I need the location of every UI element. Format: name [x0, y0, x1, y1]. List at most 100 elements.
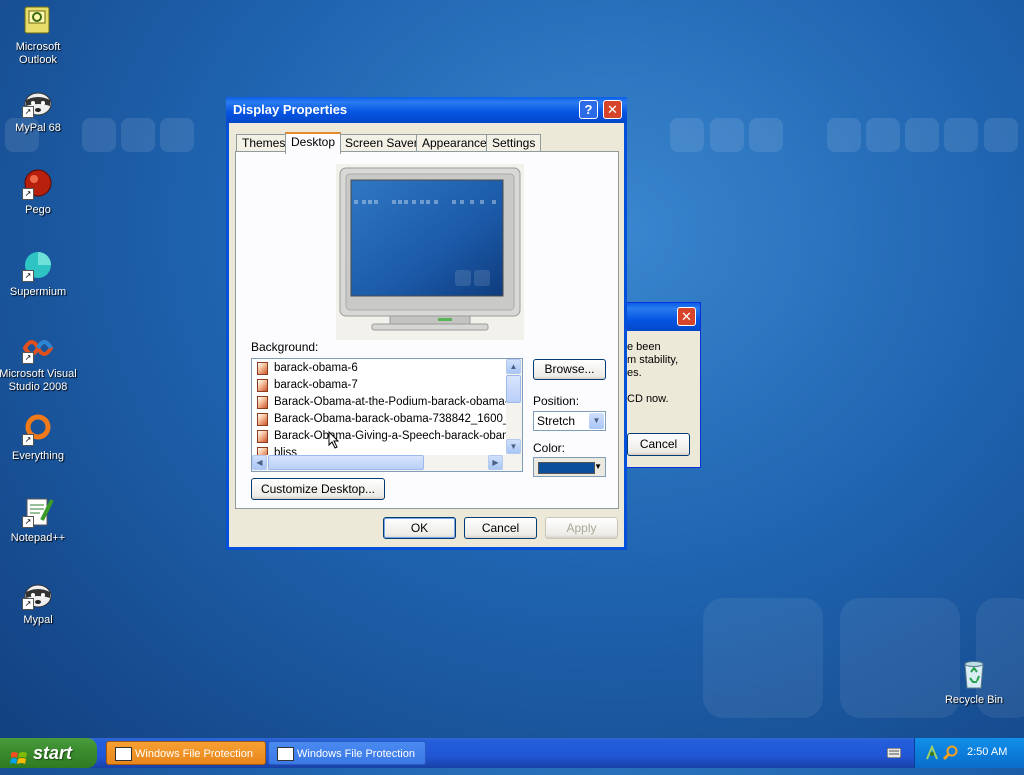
desktop-icon-notepadpp[interactable]: ↗ Notepad++: [0, 496, 78, 545]
scroll-thumb[interactable]: [506, 375, 521, 403]
recycle-bin-icon: [958, 658, 990, 690]
desktop-icon-everything[interactable]: ↗ Everything: [0, 414, 78, 463]
list-item-label: barack-obama-7: [274, 379, 358, 391]
chevron-down-icon: ▼: [594, 462, 602, 471]
scroll-right-button[interactable]: ▶: [488, 455, 503, 470]
bg-square: [944, 118, 978, 152]
bg-square: [905, 118, 939, 152]
desktop-tab-panel: Background: barack-obama-6 barack-obama-…: [235, 151, 619, 509]
visual-studio-icon: ↗: [22, 332, 54, 364]
position-label: Position:: [533, 394, 580, 408]
customize-desktop-button[interactable]: Customize Desktop...: [251, 478, 385, 500]
vertical-scrollbar[interactable]: ▲ ▼: [506, 359, 522, 455]
bg-square: [82, 118, 116, 152]
desktop-icon-supermium[interactable]: ↗ Supermium: [0, 250, 78, 299]
tab-desktop[interactable]: Desktop: [285, 132, 342, 154]
list-item[interactable]: barack-obama-7: [252, 377, 508, 394]
tab-themes[interactable]: Themes: [236, 134, 292, 152]
close-button[interactable]: ✕: [603, 100, 622, 119]
desktop-icon-label: Supermium: [9, 286, 67, 298]
position-select[interactable]: Stretch ▼: [533, 411, 606, 431]
scroll-down-button[interactable]: ▼: [506, 439, 521, 454]
bg-square: [749, 118, 783, 152]
search-icon[interactable]: [942, 745, 959, 764]
list-item[interactable]: Barack-Obama-Giving-a-Speech-barack-obam…: [252, 428, 522, 445]
wfp-message-line: CD now.: [627, 393, 669, 405]
list-item[interactable]: barack-obama-6: [252, 360, 508, 377]
desktop-icon-label: Microsoft Outlook: [15, 41, 61, 66]
image-file-icon: [257, 379, 268, 392]
taskbar-item-label: Windows File Protection: [135, 748, 253, 760]
cancel-button[interactable]: Cancel: [464, 517, 537, 539]
window-titlebar[interactable]: Display Properties ? ✕: [226, 97, 627, 123]
wfp-cancel-button[interactable]: Cancel: [627, 433, 690, 456]
supermium-icon: ↗: [22, 250, 54, 282]
scroll-up-button[interactable]: ▲: [506, 359, 521, 374]
list-item-label: Barack-Obama-at-the-Podium-barack-obama-…: [274, 396, 523, 408]
clock[interactable]: 2:50 AM: [967, 746, 1007, 758]
outlook-icon: [22, 5, 54, 37]
scroll-thumb[interactable]: [268, 455, 424, 470]
desktop-icon-label: Mypal: [23, 614, 53, 626]
image-file-icon: [257, 362, 268, 375]
tab-appearance[interactable]: Appearance: [416, 134, 493, 152]
desktop-icon-recycle-bin[interactable]: Recycle Bin: [934, 658, 1014, 707]
window-title: Display Properties: [233, 102, 348, 117]
desktop-icon-label: Recycle Bin: [944, 694, 1004, 706]
system-tray: 2:50 AM: [914, 738, 1024, 768]
horizontal-scrollbar[interactable]: ◀ ▶: [252, 455, 522, 471]
list-item[interactable]: Barack-Obama-barack-obama-738842_1600_12: [252, 411, 522, 428]
start-label: start: [33, 743, 73, 763]
monitor-preview: [336, 164, 524, 340]
bg-square: [866, 118, 900, 152]
taskbar-item[interactable]: Windows File Protection: [106, 741, 266, 765]
display-properties-window[interactable]: Display Properties ? ✕ Themes Desktop Sc…: [226, 97, 627, 550]
color-label: Color:: [533, 441, 566, 455]
tab-settings[interactable]: Settings: [486, 134, 542, 152]
chevron-down-icon[interactable]: ▼: [589, 413, 604, 429]
keyboard-icon[interactable]: [886, 747, 902, 761]
list-item-label: Barack-Obama-Giving-a-Speech-barack-obam…: [274, 430, 522, 442]
ok-button[interactable]: OK: [383, 517, 456, 539]
color-picker-button[interactable]: ▼: [533, 457, 606, 477]
taskbar: start Windows File Protection Windows Fi…: [0, 738, 1024, 768]
desktop-icon-mypal[interactable]: ↗ Mypal: [0, 578, 78, 627]
bg-square: [670, 118, 704, 152]
desktop-icon-label: Pego: [25, 204, 51, 216]
position-value: Stretch: [537, 414, 576, 428]
desktop-icon-outlook[interactable]: Microsoft Outlook: [0, 5, 78, 67]
desktop-icon-pego[interactable]: ↗ Pego: [0, 168, 78, 217]
browse-button[interactable]: Browse...: [533, 359, 606, 380]
network-icon[interactable]: [925, 744, 939, 764]
desktop-icon-visual-studio[interactable]: ↗ Microsoft Visual Studio 2008: [0, 332, 78, 394]
bg-square: [984, 118, 1018, 152]
help-button[interactable]: ?: [579, 100, 598, 119]
bg-square: [160, 118, 194, 152]
everything-icon: ↗: [22, 414, 54, 446]
desktop-icon-label: Microsoft Visual Studio 2008: [0, 368, 77, 393]
mouse-cursor-icon: [328, 430, 340, 452]
tab-screen-saver[interactable]: Screen Saver: [339, 134, 424, 152]
close-button[interactable]: ✕: [677, 307, 696, 326]
apply-button[interactable]: Apply: [545, 517, 618, 539]
desktop-icon-label: Everything: [12, 450, 64, 462]
background-list: barack-obama-6 barack-obama-7 Barack-Oba…: [252, 360, 522, 462]
background-label: Background:: [251, 340, 319, 354]
taskbar-item[interactable]: Windows File Protection: [268, 741, 426, 765]
taskbar-item-label: Windows File Protection: [297, 748, 415, 760]
image-file-icon: [257, 430, 268, 443]
bg-square: [827, 118, 861, 152]
background-listbox[interactable]: barack-obama-6 barack-obama-7 Barack-Oba…: [251, 358, 523, 472]
start-button[interactable]: start: [0, 738, 97, 768]
desktop-icon-label: Notepad++: [10, 532, 66, 544]
bg-square: [710, 118, 744, 152]
list-item[interactable]: Barack-Obama-at-the-Podium-barack-obama-…: [252, 394, 522, 411]
notepadpp-icon: ↗: [22, 496, 54, 528]
scroll-left-button[interactable]: ◀: [252, 455, 267, 470]
bg-square: [121, 118, 155, 152]
image-file-icon: [257, 396, 268, 409]
window-icon: [277, 747, 294, 761]
wfp-message-line: es.: [627, 367, 642, 379]
desktop-icon-mypal68[interactable]: ↗ MyPal 68: [0, 86, 78, 135]
raccoon-icon: ↗: [22, 578, 54, 610]
